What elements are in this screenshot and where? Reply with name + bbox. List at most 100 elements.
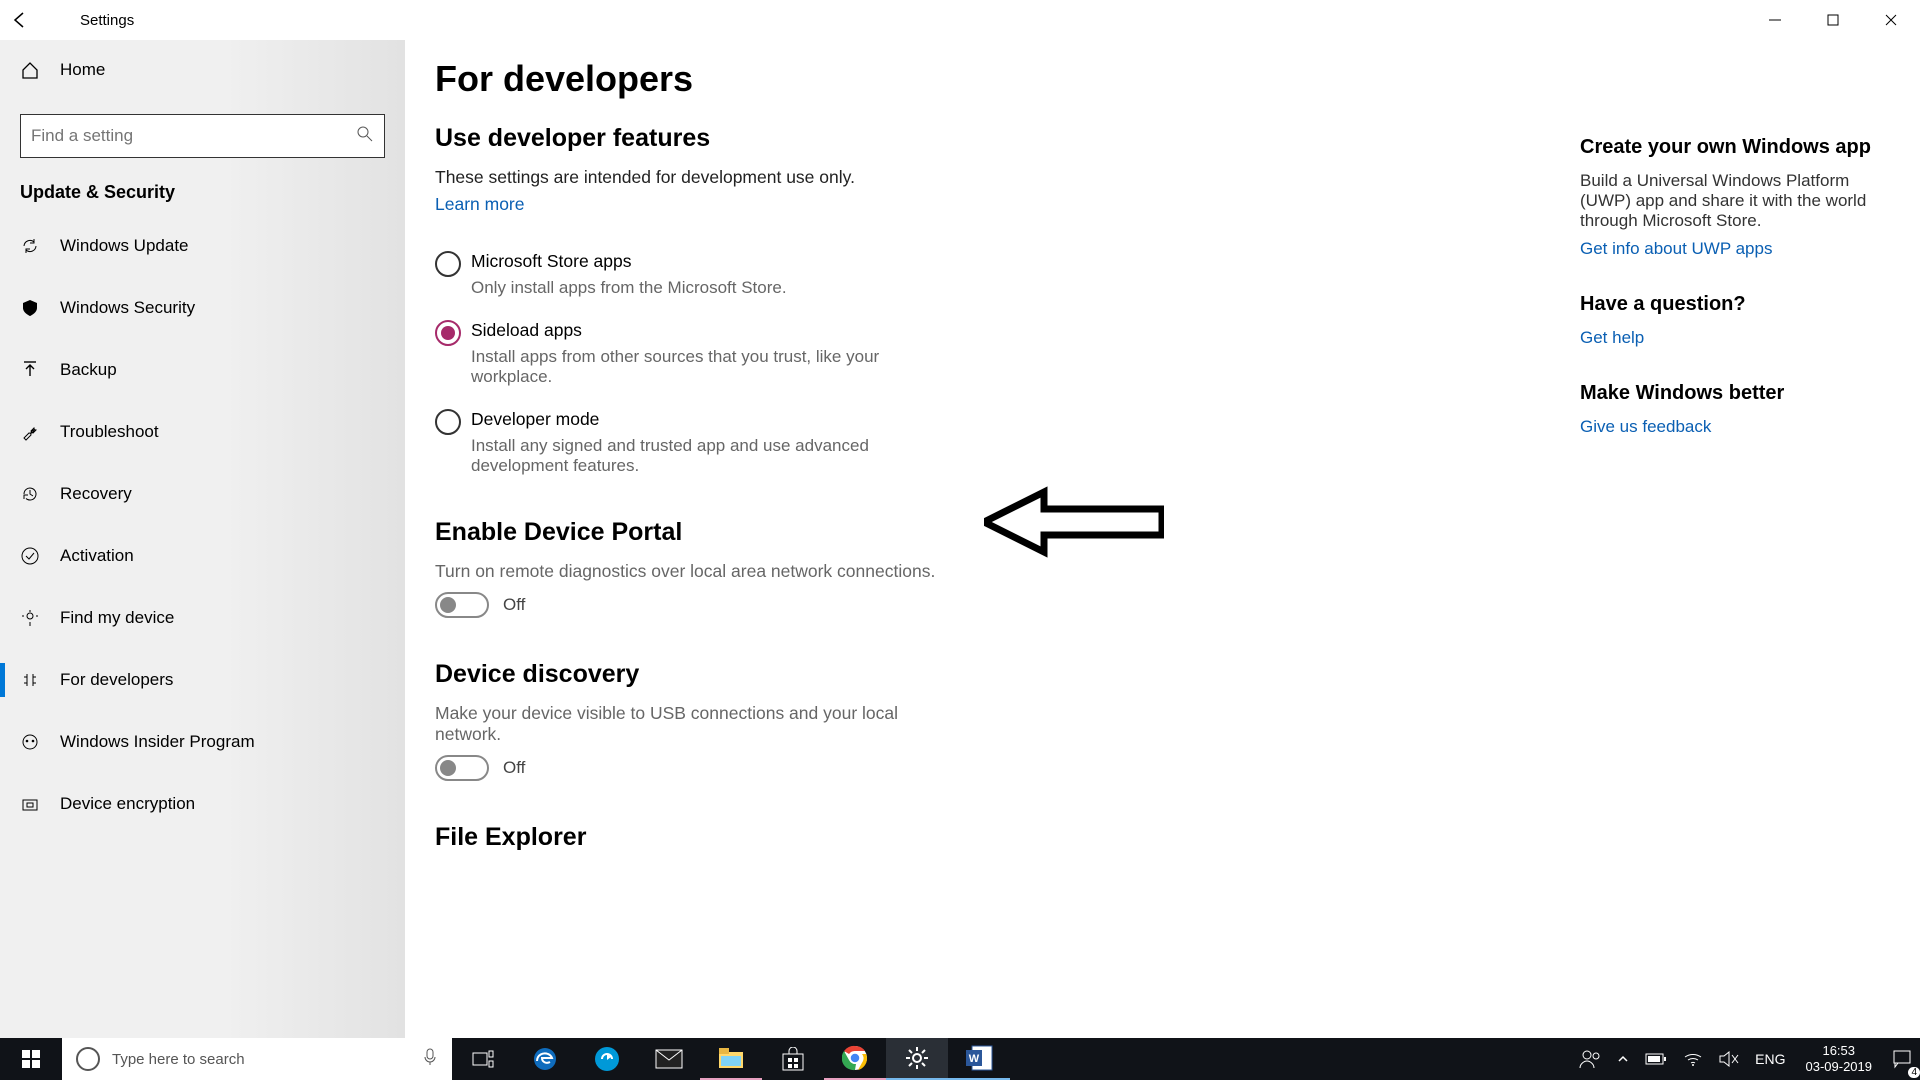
- sidebar-item-backup[interactable]: Backup: [0, 339, 405, 401]
- file-explorer-heading: File Explorer: [435, 823, 1890, 852]
- sidebar-item-label: Backup: [60, 360, 117, 380]
- taskbar-app-groove[interactable]: [576, 1038, 638, 1080]
- device-portal-toggle[interactable]: Off: [435, 592, 1890, 618]
- taskbar-app-file-explorer[interactable]: [700, 1038, 762, 1080]
- radio-icon: [435, 251, 461, 277]
- device-discovery-toggle[interactable]: Off: [435, 755, 1890, 781]
- taskbar-clock[interactable]: 16:53 03-09-2019: [1794, 1043, 1885, 1074]
- sidebar-item-label: Device encryption: [60, 794, 195, 814]
- radio-icon: [435, 320, 461, 346]
- home-icon: [20, 60, 46, 80]
- wifi-icon[interactable]: [1675, 1038, 1711, 1080]
- volume-mute-icon[interactable]: [1711, 1038, 1747, 1080]
- sidebar-item-label: Find my device: [60, 608, 174, 628]
- sidebar-item-insider-program[interactable]: Windows Insider Program: [0, 711, 405, 773]
- taskbar-app-word[interactable]: W: [948, 1038, 1010, 1080]
- action-center-icon[interactable]: 4: [1884, 1038, 1920, 1080]
- toggle-state: Off: [503, 595, 525, 615]
- radio-sub: Install any signed and trusted app and u…: [471, 436, 931, 476]
- taskbar-search[interactable]: Type here to search: [62, 1038, 452, 1080]
- right-rail: Create your own Windows app Build a Univ…: [1580, 136, 1890, 471]
- taskbar-search-placeholder: Type here to search: [112, 1051, 245, 1068]
- maximize-button[interactable]: [1804, 0, 1862, 40]
- search-box[interactable]: [20, 114, 385, 158]
- rr-uwp-text: Build a Universal Windows Platform (UWP)…: [1580, 171, 1890, 231]
- svg-text:W: W: [969, 1053, 980, 1065]
- backup-icon: [20, 360, 46, 380]
- settings-window: Settings Home Update &: [0, 0, 1920, 1038]
- taskbar-app-settings[interactable]: [886, 1038, 948, 1080]
- sidebar-item-for-developers[interactable]: For developers: [0, 649, 405, 711]
- home-label: Home: [60, 60, 105, 80]
- mic-icon[interactable]: [422, 1047, 438, 1071]
- sidebar-item-label: Activation: [60, 546, 134, 566]
- device-discovery-desc: Make your device visible to USB connecti…: [435, 703, 955, 745]
- battery-icon[interactable]: [1637, 1038, 1675, 1080]
- radio-label: Sideload apps: [471, 320, 931, 341]
- sidebar-item-label: Windows Security: [60, 298, 195, 318]
- main-content: For developers Use developer features Th…: [405, 40, 1920, 1038]
- insider-icon: [20, 732, 46, 752]
- sidebar-item-label: Troubleshoot: [60, 422, 159, 442]
- back-button[interactable]: [0, 0, 40, 40]
- radio-sub: Install apps from other sources that you…: [471, 347, 931, 387]
- sidebar-item-recovery[interactable]: Recovery: [0, 463, 405, 525]
- language-indicator[interactable]: ENG: [1747, 1038, 1793, 1080]
- rr-question-heading: Have a question?: [1580, 293, 1890, 316]
- radio-label: Developer mode: [471, 409, 931, 430]
- radio-label: Microsoft Store apps: [471, 251, 787, 272]
- sidebar-item-label: Windows Update: [60, 236, 189, 256]
- sync-icon: [20, 236, 46, 256]
- titlebar: Settings: [0, 0, 1920, 40]
- search-icon: [356, 125, 374, 148]
- category-label: Update & Security: [0, 158, 405, 215]
- learn-more-link[interactable]: Learn more: [435, 194, 525, 215]
- sidebar-item-troubleshoot[interactable]: Troubleshoot: [0, 401, 405, 463]
- shield-icon: [20, 298, 46, 318]
- window-title: Settings: [40, 12, 134, 29]
- device-portal-heading: Enable Device Portal: [435, 518, 1890, 547]
- uwp-info-link[interactable]: Get info about UWP apps: [1580, 239, 1890, 259]
- developer-icon: [20, 670, 46, 690]
- taskbar-app-store[interactable]: [762, 1038, 824, 1080]
- location-icon: [20, 608, 46, 628]
- task-view-button[interactable]: [452, 1038, 514, 1080]
- wrench-icon: [20, 422, 46, 442]
- sidebar-item-device-encryption[interactable]: Device encryption: [0, 773, 405, 835]
- sidebar-item-label: For developers: [60, 670, 173, 690]
- toggle-state: Off: [503, 758, 525, 778]
- dev-features-desc: These settings are intended for developm…: [435, 167, 955, 188]
- device-discovery-heading: Device discovery: [435, 660, 1890, 689]
- sidebar-item-activation[interactable]: Activation: [0, 525, 405, 587]
- sidebar-item-windows-security[interactable]: Windows Security: [0, 277, 405, 339]
- sidebar-item-label: Recovery: [60, 484, 132, 504]
- sidebar-item-label: Windows Insider Program: [60, 732, 255, 752]
- window-controls: [1746, 0, 1920, 40]
- feedback-link[interactable]: Give us feedback: [1580, 417, 1890, 437]
- home-nav[interactable]: Home: [0, 40, 405, 100]
- rr-feedback-heading: Make Windows better: [1580, 382, 1890, 405]
- cortana-icon: [76, 1047, 100, 1071]
- radio-sub: Only install apps from the Microsoft Sto…: [471, 278, 787, 298]
- notification-badge: 4: [1908, 1067, 1920, 1078]
- taskbar-app-mail[interactable]: [638, 1038, 700, 1080]
- system-tray: ENG 16:53 03-09-2019 4: [1571, 1038, 1920, 1080]
- sidebar-item-find-my-device[interactable]: Find my device: [0, 587, 405, 649]
- show-hidden-icons[interactable]: [1609, 1038, 1637, 1080]
- get-help-link[interactable]: Get help: [1580, 328, 1890, 348]
- taskbar-app-chrome[interactable]: [824, 1038, 886, 1080]
- page-title: For developers: [435, 58, 1890, 100]
- people-icon[interactable]: [1571, 1038, 1609, 1080]
- sidebar-item-windows-update[interactable]: Windows Update: [0, 215, 405, 277]
- check-circle-icon: [20, 546, 46, 566]
- clock-time: 16:53: [1806, 1043, 1873, 1059]
- rr-uwp-heading: Create your own Windows app: [1580, 136, 1890, 159]
- start-button[interactable]: [0, 1038, 62, 1080]
- search-input[interactable]: [31, 126, 356, 146]
- sidebar: Home Update & Security Windows Update Wi…: [0, 40, 405, 1038]
- radio-icon: [435, 409, 461, 435]
- minimize-button[interactable]: [1746, 0, 1804, 40]
- taskbar-app-edge[interactable]: [514, 1038, 576, 1080]
- close-button[interactable]: [1862, 0, 1920, 40]
- taskbar: Type here to search W: [0, 1038, 1920, 1080]
